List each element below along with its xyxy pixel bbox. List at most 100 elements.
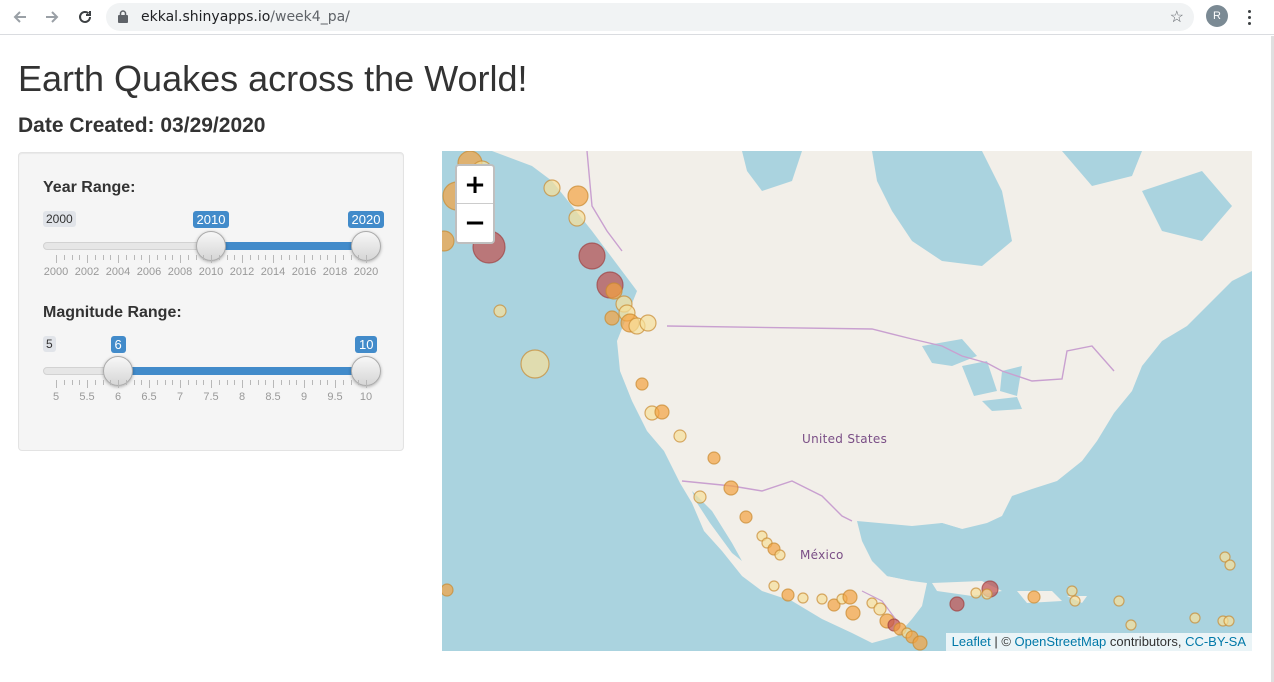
slider-selected-bar[interactable] [118,367,366,375]
earthquake-marker[interactable] [768,580,780,592]
slider-tick [366,255,367,263]
earthquake-marker[interactable] [673,429,687,443]
slider-grid: 5 5.5 6 6.5 7 7.5 8 8.5 9 9.5 10 [43,380,379,403]
earthquake-marker[interactable] [842,589,858,605]
slider-tick-label: 8.5 [265,391,281,403]
earthquake-marker[interactable] [605,282,623,300]
slider-tick [187,255,189,260]
earthquake-marker[interactable] [1027,590,1041,604]
slider-min-label: 2000 [43,211,76,227]
earthquake-marker[interactable] [1223,615,1235,627]
slider-tick [164,255,166,260]
earthquake-marker[interactable] [816,593,828,605]
earthquake-marker[interactable] [1189,612,1201,624]
earthquake-marker[interactable] [442,583,454,597]
slider-tick [249,380,251,385]
zoom-in-button[interactable]: + [457,166,493,204]
slider-tick [156,255,158,260]
zoom-out-button[interactable]: − [457,204,493,242]
reload-icon[interactable] [73,5,97,29]
earthquake-marker[interactable] [520,349,550,379]
slider-tick-label: 7.5 [203,391,219,403]
slider-from-label: 6 [110,336,126,353]
slider-tick [203,380,205,385]
slider-tick [311,380,313,385]
earthquake-markers[interactable] [442,151,1252,651]
slider-tick [203,255,205,260]
earthquake-marker[interactable] [781,588,795,602]
slider-tick [234,380,236,385]
earthquake-marker[interactable] [912,635,928,651]
slider-tick-label: 6.5 [141,391,157,403]
earthquake-marker[interactable] [442,230,455,252]
slider-tick [94,380,96,385]
license-link[interactable]: CC-BY-SA [1185,634,1246,649]
earthquake-map[interactable]: United States México + − Leaflet | © Ope… [442,151,1252,651]
osm-link[interactable]: OpenStreetMap [1015,634,1107,649]
slider-tick [249,255,251,260]
earthquake-marker[interactable] [1066,585,1078,597]
slider-tick [342,380,344,385]
slider-tick [102,255,104,260]
profile-avatar[interactable]: R [1206,5,1228,27]
slider-tick-label: 2002 [74,266,100,278]
slider-tick [63,380,65,385]
slider-tick [218,380,220,385]
earthquake-marker[interactable] [981,588,993,600]
earthquake-marker[interactable] [970,587,982,599]
earthquake-marker[interactable] [578,242,606,270]
slider-tick [71,255,73,260]
earthquake-marker[interactable] [723,480,739,496]
slider-tick [358,380,360,385]
earthquake-marker[interactable] [1125,619,1137,631]
slider-tick [296,255,298,260]
back-arrow-icon[interactable] [8,5,32,29]
slider-tick [87,380,88,388]
forward-arrow-icon[interactable] [40,5,64,29]
earthquake-marker[interactable] [543,179,561,197]
earthquake-marker[interactable] [797,592,809,604]
earthquake-marker[interactable] [567,185,589,207]
slider-tick [350,380,352,385]
slider-tick [288,255,290,260]
slider-tick [133,380,135,385]
menu-kebab-icon[interactable] [1240,6,1258,28]
earthquake-marker[interactable] [949,596,965,612]
slider-tick [311,255,313,260]
earthquake-marker[interactable] [1113,595,1125,607]
earthquake-marker[interactable] [568,209,586,227]
earthquake-marker[interactable] [639,314,657,332]
slider-tick [273,255,274,263]
leaflet-link[interactable]: Leaflet [952,634,991,649]
year-range-slider[interactable]: 2000 2010 2020 2000 2002 2004 2006 2008 2010 2… [43,155,385,278]
earthquake-marker[interactable] [774,549,786,561]
earthquake-marker[interactable] [707,451,721,465]
earthquake-marker[interactable] [1069,595,1081,607]
slider-tick [79,255,81,260]
slider-tick [149,255,150,263]
bookmark-star-icon[interactable]: ☆ [1170,7,1184,27]
earthquake-marker[interactable] [493,304,507,318]
slider-selected-bar[interactable] [211,242,366,250]
slider-tick [195,380,197,385]
earthquake-marker[interactable] [635,377,649,391]
earthquake-marker[interactable] [1224,559,1236,571]
slider-grid: 2000 2002 2004 2006 2008 2010 2012 2014 2016 2018… [43,255,379,278]
slider-tick [172,255,174,260]
slider-tick [125,380,127,385]
lock-icon [118,10,128,23]
magnitude-range-slider[interactable]: 5 6 10 5 5.5 6 6.5 7 7.5 8 8.5 9 9.5 10 [43,280,381,403]
earthquake-marker[interactable] [654,404,670,420]
url-text: ekkal.shinyapps.io/week4_pa/ [141,9,350,25]
earthquake-marker[interactable] [739,510,753,524]
earthquake-marker[interactable] [604,310,620,326]
slider-tick [265,255,267,260]
slider-tick [366,380,367,388]
earthquake-marker[interactable] [873,602,887,616]
browser-toolbar: ekkal.shinyapps.io/week4_pa/ ☆ R [0,0,1274,35]
slider-tick-label: 8 [238,391,246,403]
earthquake-marker[interactable] [845,605,861,621]
earthquake-marker[interactable] [693,490,707,504]
address-bar[interactable]: ekkal.shinyapps.io/week4_pa/ ☆ [106,3,1194,31]
slider-tick [211,380,212,388]
